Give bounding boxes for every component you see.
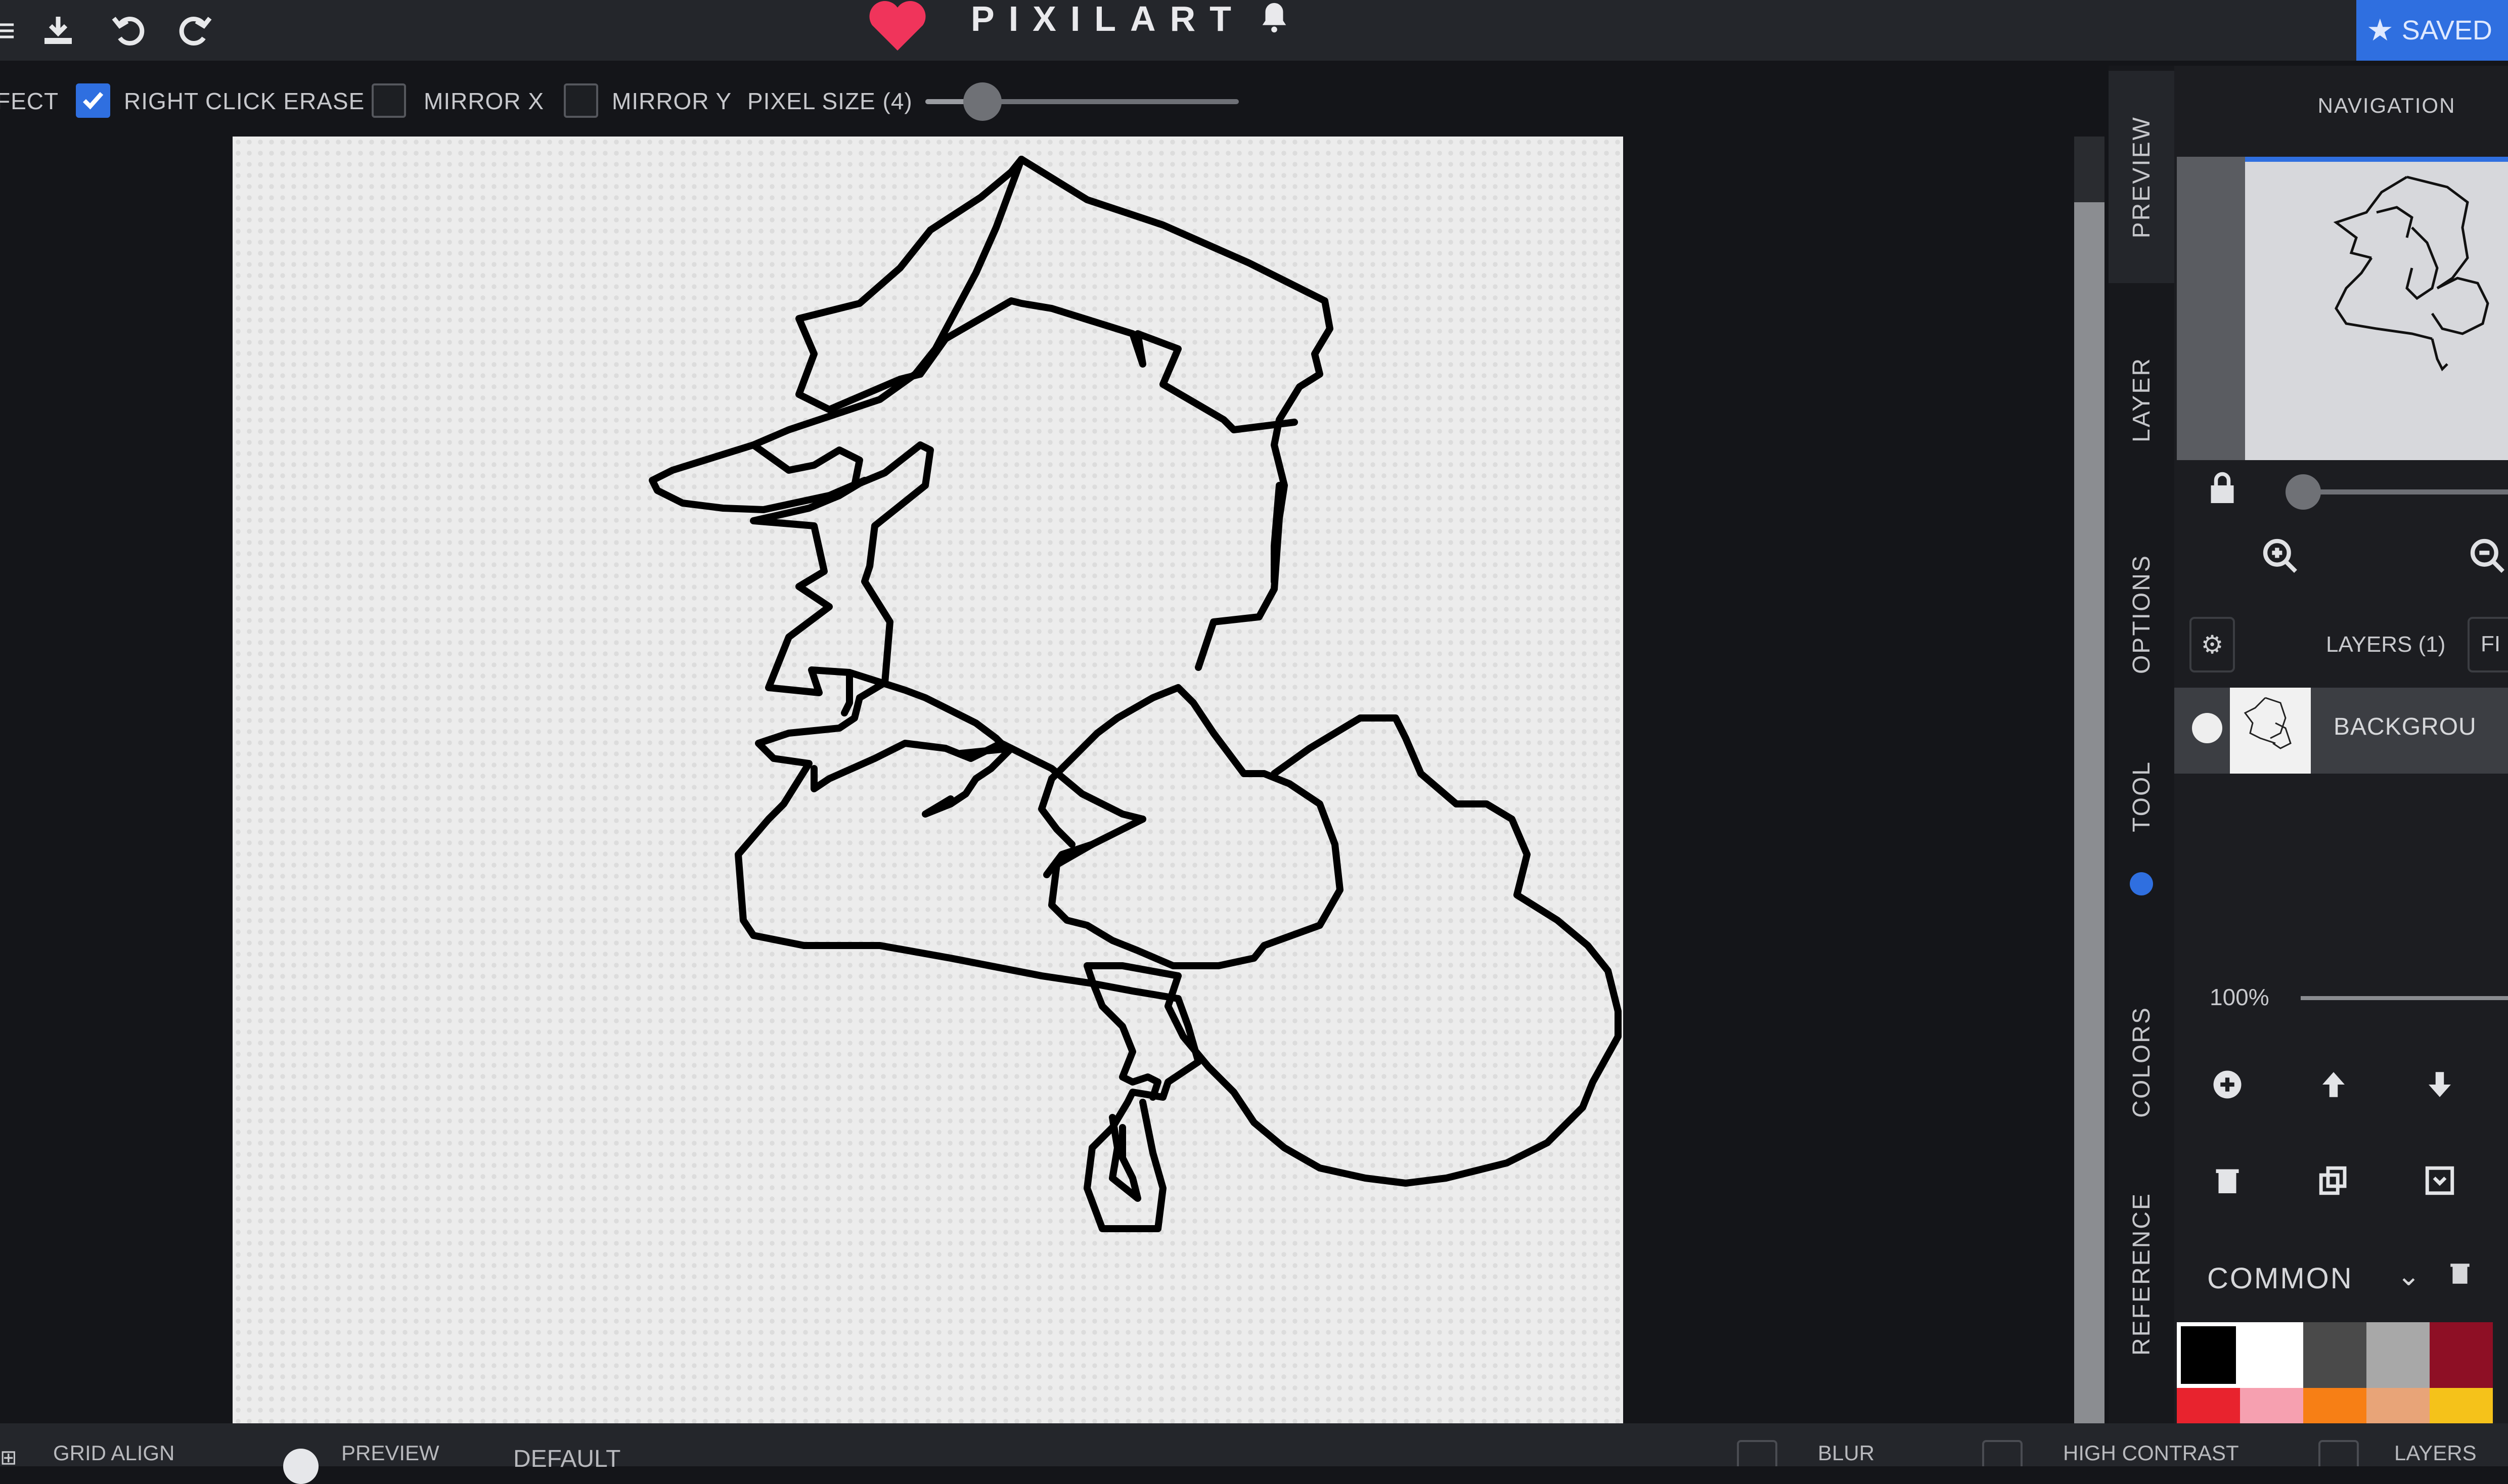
- zoom-out-icon[interactable]: [2468, 536, 2508, 581]
- bottom-checkbox-3[interactable]: [2318, 1440, 2359, 1466]
- pixel-size-label: PIXEL SIZE (4): [747, 88, 913, 114]
- bottom-item-2[interactable]: PREVIEW: [341, 1441, 439, 1465]
- tab-colors-label: COLORS: [2128, 1006, 2155, 1118]
- duplicate-layer-icon[interactable]: [2311, 1158, 2356, 1203]
- right-click-erase-checkbox[interactable]: [76, 83, 110, 118]
- star-icon: ★: [2366, 13, 2394, 47]
- layer-settings-button[interactable]: ⚙: [2189, 617, 2235, 672]
- tab-tool[interactable]: TOOL: [2109, 738, 2174, 855]
- bottom-right-item-1[interactable]: BLUR: [1818, 1441, 1874, 1465]
- zoom-in-icon[interactable]: [2260, 536, 2306, 581]
- canvas-drawing: [649, 156, 1622, 1232]
- delete-layer-icon[interactable]: [2205, 1158, 2250, 1203]
- drawing-canvas[interactable]: [233, 137, 1623, 1423]
- active-tool-indicator: [2130, 872, 2153, 895]
- download-icon[interactable]: [33, 6, 83, 55]
- gear-icon: ⚙: [2201, 631, 2224, 659]
- tab-tool-label: TOOL: [2128, 760, 2155, 832]
- layers-count-label: LAYERS (1): [2326, 632, 2446, 657]
- navigation-zoom-slider-track[interactable]: [2293, 489, 2508, 494]
- bottom-item-1[interactable]: GRID ALIGN: [53, 1441, 174, 1465]
- layer-thumbnail: [2230, 688, 2311, 774]
- tab-options-label: OPTIONS: [2128, 554, 2155, 674]
- top-bar: [0, 0, 2508, 61]
- color-swatch[interactable]: [2177, 1322, 2240, 1388]
- tab-layer[interactable]: LAYER: [2109, 303, 2174, 496]
- pixilart-heart-logo: [867, 0, 928, 51]
- navigation-thumbnail-drawing: [2333, 175, 2489, 372]
- canvas-scrollbar-thumb[interactable]: [2074, 202, 2104, 1423]
- tab-options[interactable]: OPTIONS: [2109, 506, 2174, 723]
- pixel-size-slider-thumb[interactable]: [963, 82, 1002, 121]
- redo-icon[interactable]: [169, 6, 220, 55]
- delete-palette-icon[interactable]: [2447, 1259, 2473, 1287]
- navigation-viewport-indicator: [2245, 157, 2508, 162]
- add-layer-icon[interactable]: [2205, 1062, 2250, 1107]
- bottom-right-item-3[interactable]: LAYERS: [2394, 1441, 2477, 1465]
- layer-opacity-slider[interactable]: [2301, 996, 2508, 1000]
- mirror-x-checkbox[interactable]: [372, 83, 406, 118]
- bottom-item-3[interactable]: DEFAULT: [513, 1445, 620, 1473]
- mirror-x-label[interactable]: MIRROR X: [424, 87, 544, 115]
- tab-preview[interactable]: PREVIEW: [2109, 71, 2174, 283]
- color-swatch[interactable]: [2303, 1322, 2366, 1388]
- mirror-y-checkbox[interactable]: [564, 83, 598, 118]
- saved-button[interactable]: ★ SAVED: [2356, 0, 2508, 61]
- layer-visibility-icon[interactable]: [2192, 713, 2222, 743]
- tab-preview-label: PREVIEW: [2128, 115, 2155, 239]
- bell-icon[interactable]: [1257, 0, 1297, 40]
- app-logo-text: PIXILART: [971, 0, 1245, 38]
- navigation-title: NAVIGATION: [2317, 94, 2456, 117]
- color-swatch[interactable]: [2240, 1322, 2303, 1388]
- menu-icon[interactable]: ≡: [0, 6, 30, 55]
- color-swatch[interactable]: [2430, 1322, 2493, 1388]
- preview-toggle-icon[interactable]: [283, 1449, 319, 1484]
- bottom-right-item-2[interactable]: HIGH CONTRAST: [2063, 1441, 2239, 1465]
- move-layer-down-icon[interactable]: [2417, 1062, 2462, 1107]
- navigation-zoom-slider-thumb[interactable]: [2286, 474, 2321, 510]
- bottom-checkbox-2[interactable]: [1982, 1440, 2023, 1466]
- lock-icon[interactable]: [2207, 470, 2248, 511]
- mirror-y-label[interactable]: MIRROR Y: [612, 87, 732, 115]
- navigation-thumbnail[interactable]: [2245, 157, 2508, 460]
- layer-name[interactable]: BACKGROU: [2334, 713, 2477, 741]
- chevron-down-icon[interactable]: ⌄: [2397, 1259, 2421, 1292]
- tab-colors[interactable]: COLORS: [2109, 951, 2174, 1173]
- right-click-erase-label[interactable]: RIGHT CLICK ERASE: [124, 87, 365, 115]
- grid-icon[interactable]: ⊞: [0, 1446, 30, 1469]
- tab-reference[interactable]: REFERENCE: [2109, 1178, 2174, 1370]
- merge-layer-icon[interactable]: [2417, 1158, 2462, 1203]
- layer-thumbnail-drawing: [2244, 697, 2292, 749]
- move-layer-up-icon[interactable]: [2311, 1062, 2356, 1107]
- layer-filter-button[interactable]: FI: [2468, 617, 2508, 672]
- layer-opacity-label: 100%: [2210, 984, 2269, 1010]
- tab-reference-label: REFERENCE: [2128, 1192, 2155, 1356]
- bottom-checkbox-1[interactable]: [1737, 1440, 1777, 1466]
- palette-name[interactable]: COMMON: [2207, 1262, 2353, 1295]
- undo-icon[interactable]: [104, 6, 154, 55]
- saved-label: SAVED: [2401, 15, 2492, 46]
- tab-layer-label: LAYER: [2128, 356, 2155, 442]
- effect-label: FECT: [0, 88, 59, 114]
- color-swatch[interactable]: [2366, 1322, 2430, 1388]
